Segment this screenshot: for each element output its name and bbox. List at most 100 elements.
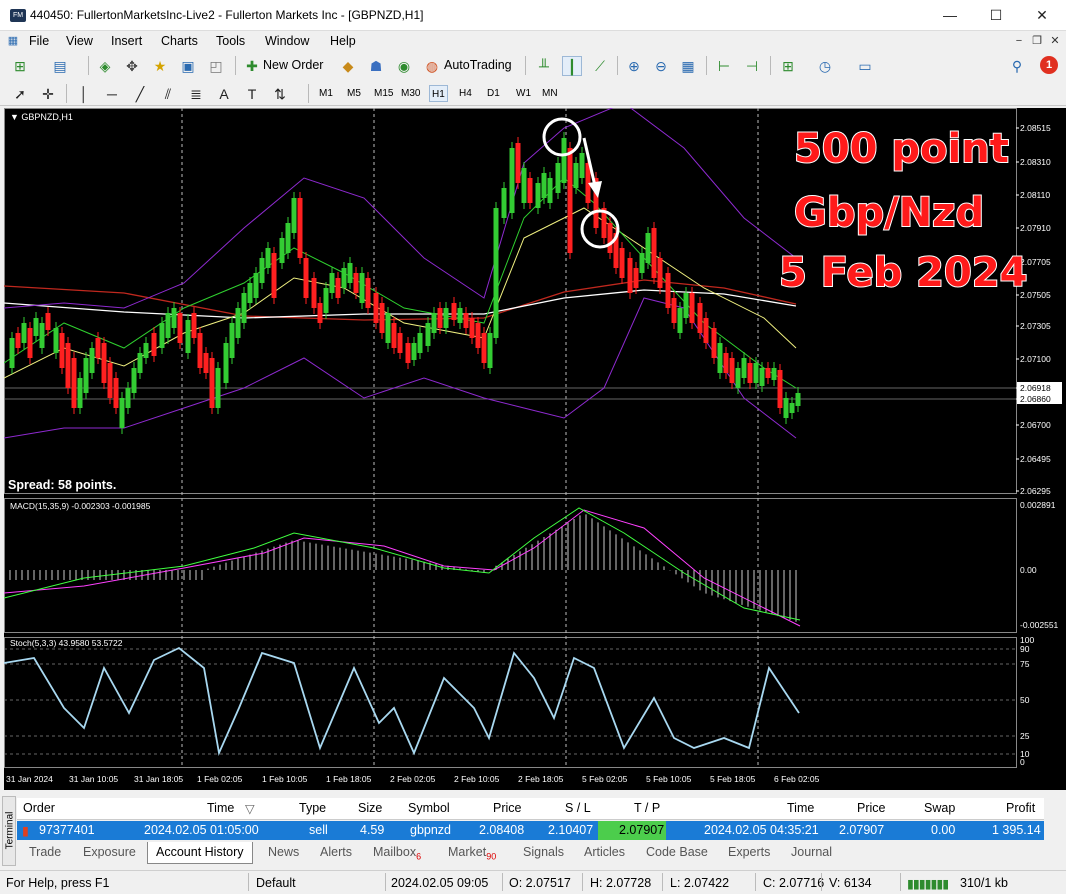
tab-alerts[interactable]: Alerts <box>320 845 352 859</box>
tab-news[interactable]: News <box>268 845 299 859</box>
candle <box>151 333 157 356</box>
candle <box>253 273 259 298</box>
table-row[interactable]: ▮ 97377401 2024.02.05 01:05:00 sell 4.59… <box>17 821 1044 840</box>
vertical-line-icon[interactable]: │ <box>74 84 94 104</box>
tab-journal[interactable]: Journal <box>791 845 832 859</box>
tile-windows-icon[interactable]: ▦ <box>678 56 698 76</box>
tab-articles[interactable]: Articles <box>584 845 625 859</box>
strategy-tester-icon[interactable]: ◰ <box>206 56 226 76</box>
trendline-icon[interactable]: ╱ <box>130 84 150 104</box>
autotrading-icon[interactable]: ◍ <box>422 56 442 76</box>
close-button[interactable]: ✕ <box>1019 0 1065 31</box>
chart-shift-icon[interactable]: ⊢ <box>714 56 734 76</box>
cell-order: 97377401 <box>39 823 95 837</box>
col-order[interactable]: Order <box>23 801 55 815</box>
community-icon[interactable]: ☗ <box>366 56 386 76</box>
zoom-out-icon[interactable]: ⊖ <box>651 56 671 76</box>
text-label-icon[interactable]: T <box>242 84 262 104</box>
new-chart-icon[interactable]: ⊞ <box>10 56 30 76</box>
col-price[interactable]: Price <box>493 801 521 815</box>
timeframe-m30[interactable]: M30 <box>399 85 422 102</box>
zoom-in-icon[interactable]: ⊕ <box>624 56 644 76</box>
bar-chart-icon[interactable]: ╨ <box>534 56 554 76</box>
terminal-icon[interactable]: ▣ <box>178 56 198 76</box>
candle <box>177 313 183 343</box>
tab-mailbox[interactable]: Mailbox6 <box>373 845 421 862</box>
candlestick-chart-icon[interactable]: ┃ <box>562 56 582 76</box>
col-swap[interactable]: Swap <box>924 801 955 815</box>
chart-window-icon[interactable]: ▦ <box>6 34 20 48</box>
timeframe-w1[interactable]: W1 <box>514 85 533 102</box>
col-close-price[interactable]: Price <box>857 801 885 815</box>
autotrading-button[interactable]: AutoTrading <box>444 58 512 72</box>
status-open: O: 2.07517 <box>509 876 571 890</box>
cursor-icon[interactable]: ➚ <box>10 84 30 104</box>
tab-account-history[interactable]: Account History <box>147 842 253 864</box>
timeframe-m15[interactable]: M15 <box>372 85 395 102</box>
col-profit[interactable]: Profit <box>1006 801 1035 815</box>
terminal-side-tab[interactable]: Terminal <box>2 796 16 866</box>
templates-icon[interactable]: ▭ <box>855 56 875 76</box>
col-tp[interactable]: T / P <box>634 801 660 815</box>
profiles-icon[interactable]: ▤ <box>50 56 70 76</box>
equidistant-channel-icon[interactable]: ⫽ <box>158 84 178 104</box>
fibonacci-icon[interactable]: ≣ <box>186 84 206 104</box>
menu-help[interactable]: Help <box>330 34 356 48</box>
tab-code-base[interactable]: Code Base <box>646 845 708 859</box>
mdi-close-button[interactable]: ✕ <box>1048 34 1062 48</box>
timeframe-h4[interactable]: H4 <box>457 85 474 102</box>
timeframe-d1[interactable]: D1 <box>485 85 502 102</box>
menu-insert[interactable]: Insert <box>111 34 142 48</box>
line-chart-icon[interactable]: ⟋ <box>590 56 610 76</box>
tab-experts[interactable]: Experts <box>728 845 770 859</box>
tab-trade[interactable]: Trade <box>29 845 61 859</box>
periods-icon[interactable]: ◷ <box>815 56 835 76</box>
col-type[interactable]: Type <box>299 801 326 815</box>
search-icon[interactable]: ⚲ <box>1007 56 1027 76</box>
menu-file[interactable]: File <box>29 34 49 48</box>
candle <box>45 313 51 330</box>
tab-exposure[interactable]: Exposure <box>83 845 136 859</box>
market-watch-icon[interactable]: ◈ <box>95 56 115 76</box>
arrows-icon[interactable]: ⇅ <box>270 84 290 104</box>
signals-icon[interactable]: ◉ <box>394 56 414 76</box>
col-size[interactable]: Size <box>358 801 382 815</box>
macd-tick-label: 0.00 <box>1020 565 1037 575</box>
menu-view[interactable]: View <box>66 34 93 48</box>
timeframe-h1[interactable]: H1 <box>429 85 448 102</box>
col-close-time[interactable]: Time <box>787 801 814 815</box>
data-window-icon[interactable]: ✥ <box>122 56 142 76</box>
indicators-icon[interactable]: ⊞ <box>778 56 798 76</box>
notification-badge[interactable]: 1 <box>1040 56 1058 74</box>
candle <box>59 333 65 368</box>
auto-scroll-icon[interactable]: ⊣ <box>742 56 762 76</box>
maximize-button[interactable]: ☐ <box>973 0 1019 31</box>
mdi-restore-button[interactable]: ❐ <box>1030 34 1044 48</box>
menu-charts[interactable]: Charts <box>161 34 198 48</box>
col-symbol[interactable]: Symbol <box>408 801 450 815</box>
minimize-button[interactable]: — <box>927 0 973 31</box>
new-order-button[interactable]: New Order <box>263 58 323 72</box>
col-sl[interactable]: S / L <box>565 801 591 815</box>
tab-signals[interactable]: Signals <box>523 845 564 859</box>
connection-bars-icon: ▮▮▮▮▮▮▮ <box>907 877 949 891</box>
text-icon[interactable]: A <box>214 84 234 104</box>
metaeditor-icon[interactable]: ◆ <box>338 56 358 76</box>
menu-tools[interactable]: Tools <box>216 34 245 48</box>
chart-window[interactable]: 2.08515 2.08310 2.08110 2.07910 2.07705 2.075… <box>4 108 1066 790</box>
tab-market[interactable]: Market90 <box>448 845 496 862</box>
crosshair-icon[interactable]: ✛ <box>38 84 58 104</box>
timeframe-m1[interactable]: M1 <box>317 85 335 102</box>
menu-window[interactable]: Window <box>265 34 309 48</box>
status-low: L: 2.07422 <box>670 876 730 890</box>
timeframe-m5[interactable]: M5 <box>345 85 363 102</box>
candle <box>475 323 481 348</box>
new-order-icon[interactable]: ✚ <box>242 56 262 76</box>
col-open-time[interactable]: Time <box>207 801 234 815</box>
mdi-minimize-button[interactable]: − <box>1012 34 1026 48</box>
navigator-icon[interactable]: ★ <box>150 56 170 76</box>
candle <box>411 343 417 360</box>
price-tick-label: 2.08515 <box>1020 123 1051 133</box>
horizontal-line-icon[interactable]: ─ <box>102 84 122 104</box>
timeframe-mn[interactable]: MN <box>540 85 560 102</box>
